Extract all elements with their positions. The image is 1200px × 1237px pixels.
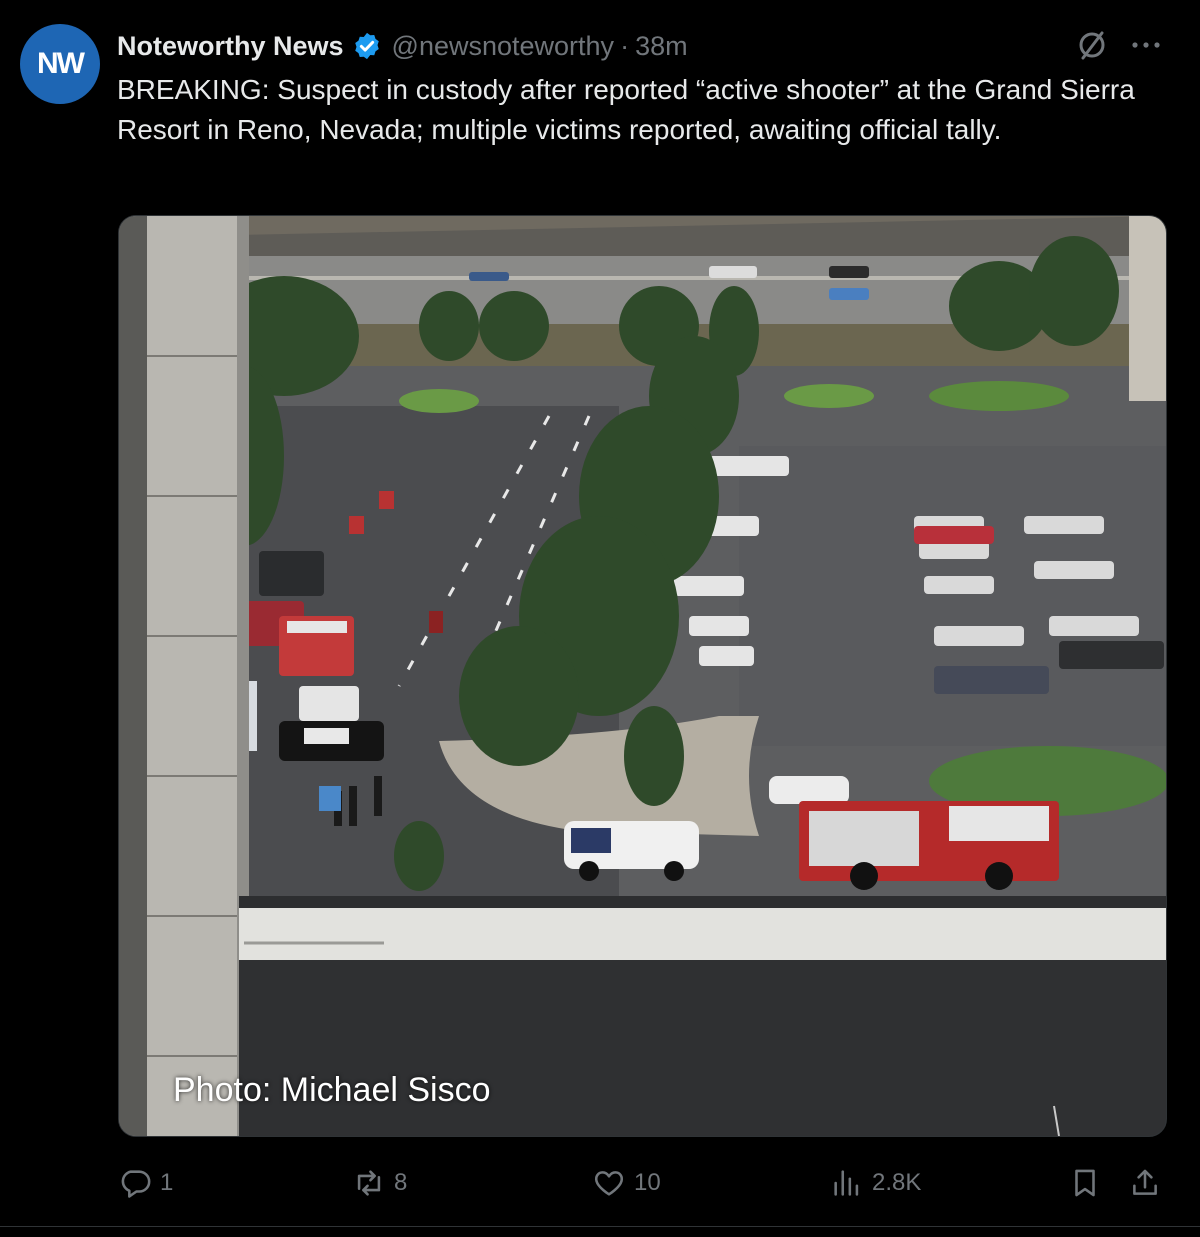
like-count: 10 xyxy=(634,1169,661,1196)
repost-count: 8 xyxy=(394,1169,408,1196)
repost-button[interactable]: 8 xyxy=(352,1160,407,1206)
header-separator: · xyxy=(620,30,630,61)
share-icon xyxy=(1133,1169,1157,1195)
share-button[interactable] xyxy=(1128,1160,1170,1206)
author-handle[interactable]: @newsnoteworthy xyxy=(392,31,615,62)
more-icon[interactable] xyxy=(1128,30,1164,60)
photo-caption: Photo: Michael Sisco xyxy=(173,1071,491,1109)
view-count: 2.8K xyxy=(872,1169,922,1196)
action-bar: 1 8 10 2.8K xyxy=(0,1160,1200,1206)
divider xyxy=(0,1226,1200,1227)
post-text: BREAKING: Suspect in custody after repor… xyxy=(117,74,1135,145)
post-timestamp[interactable]: 38m xyxy=(635,31,688,62)
author-name[interactable]: Noteworthy News xyxy=(117,31,344,62)
repost-icon xyxy=(357,1170,381,1196)
avatar[interactable]: NW xyxy=(20,24,100,104)
photo-scene xyxy=(119,216,1166,1136)
reply-count: 1 xyxy=(160,1169,174,1196)
reply-icon xyxy=(121,1170,151,1198)
verified-badge-icon[interactable] xyxy=(352,31,382,61)
post-header: Noteworthy News @newsnoteworthy · 38m xyxy=(117,26,688,66)
views-icon xyxy=(834,1170,859,1196)
like-button[interactable]: 10 xyxy=(592,1160,661,1206)
bookmark-icon xyxy=(1075,1169,1095,1197)
views-button[interactable]: 2.8K xyxy=(830,1160,921,1206)
grok-icon[interactable] xyxy=(1075,28,1109,62)
bookmark-button[interactable] xyxy=(1068,1160,1110,1206)
reply-button[interactable]: 1 xyxy=(118,1160,173,1206)
post: NW Noteworthy News @newsnoteworthy · 38m… xyxy=(0,0,1200,1237)
post-photo[interactable]: Photo: Michael Sisco xyxy=(118,215,1167,1137)
like-icon xyxy=(594,1171,624,1196)
